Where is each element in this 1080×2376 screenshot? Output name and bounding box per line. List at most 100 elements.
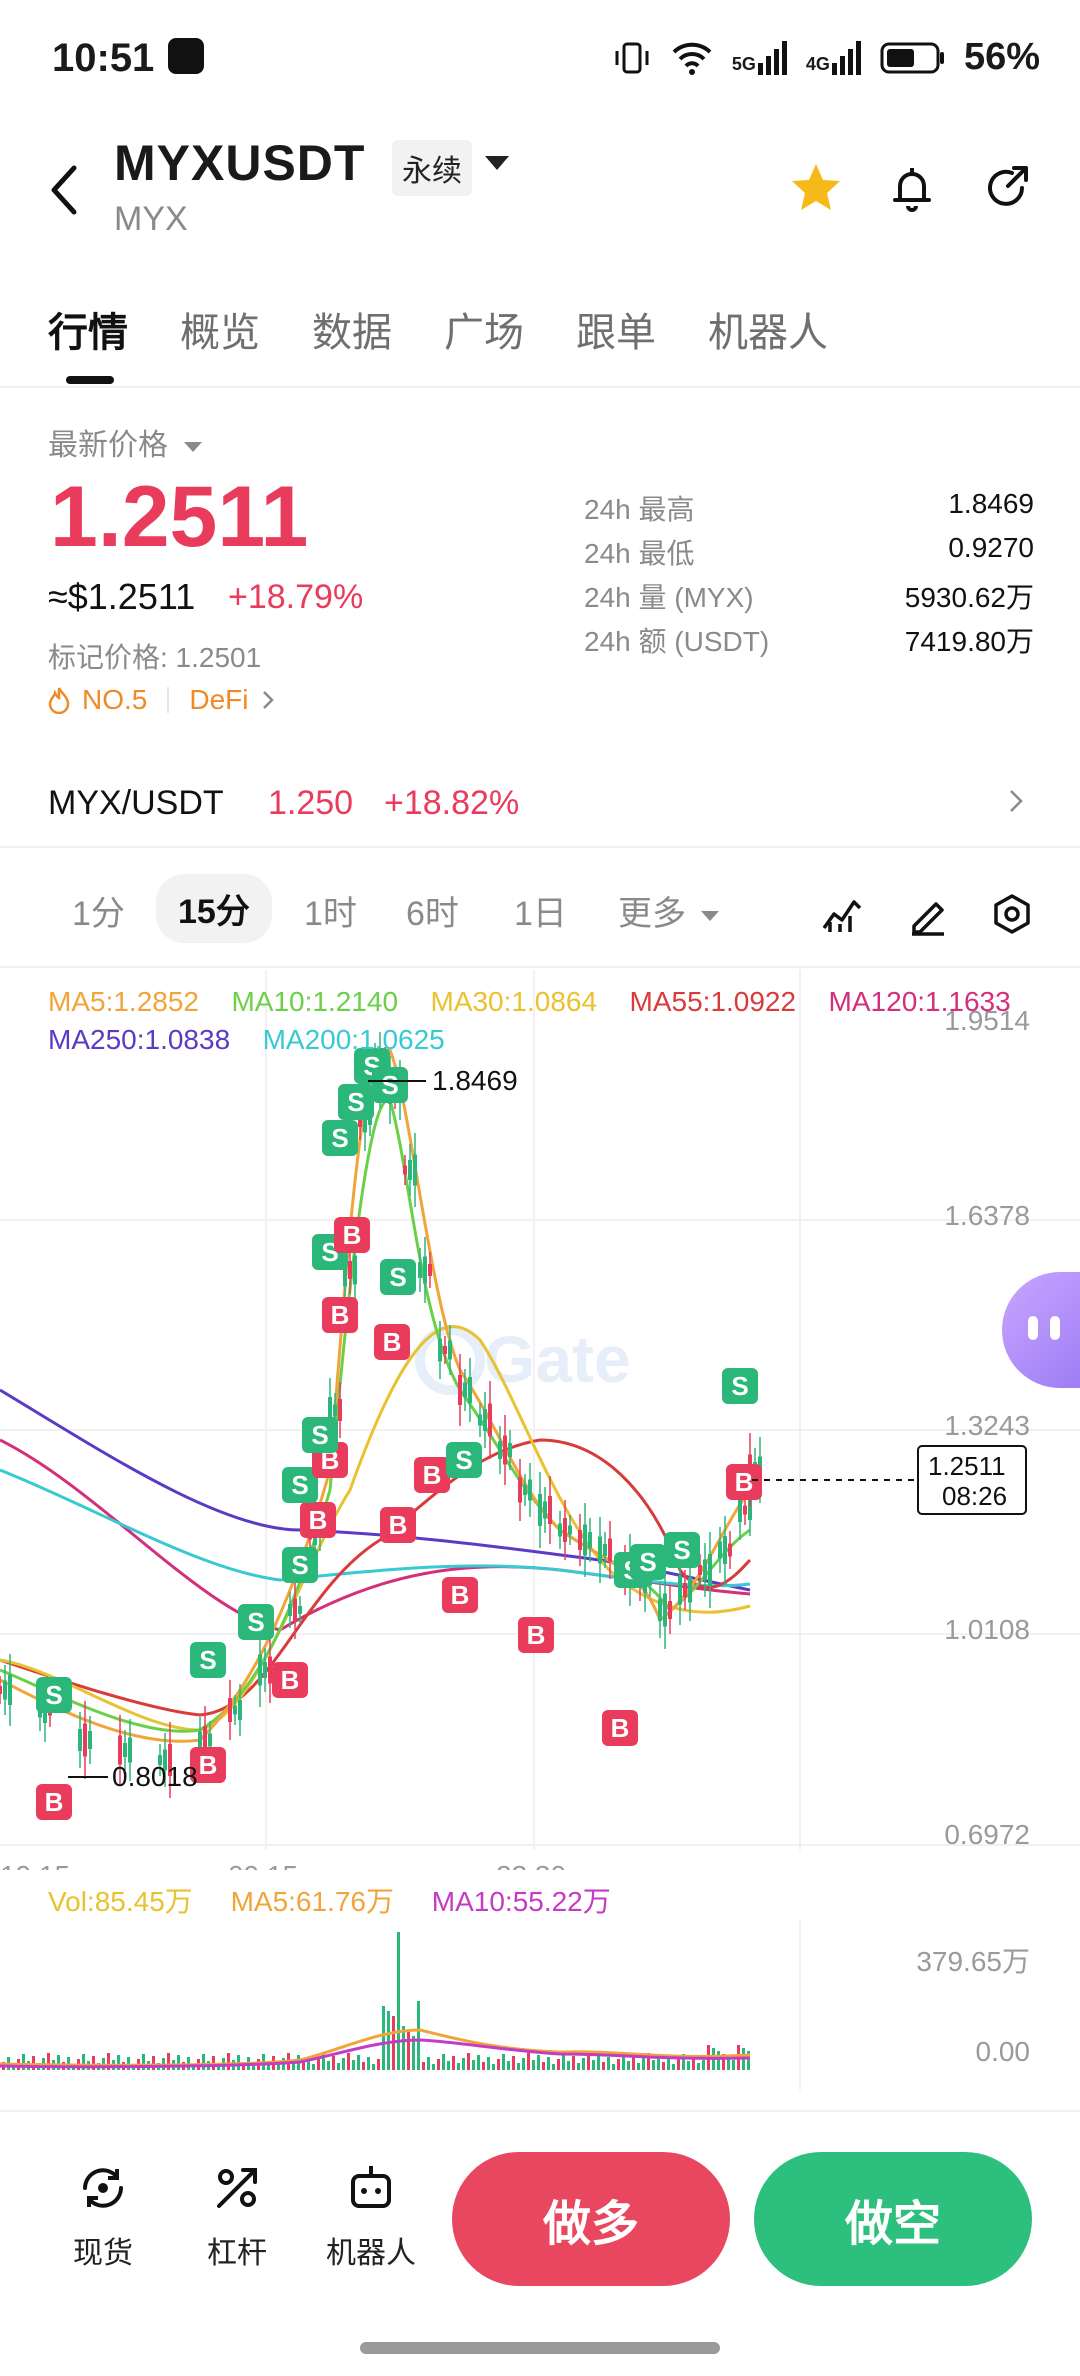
ma120-legend: MA120:1.1633 [828, 986, 1011, 1017]
marker-label: B [281, 1665, 300, 1695]
volume-bar [227, 2053, 230, 2070]
vol-legend: Vol:85.45万 [48, 1886, 193, 1917]
tab-market[interactable]: 行情 [48, 300, 128, 358]
clock: 10:51 [52, 36, 155, 80]
volume-bar [642, 2058, 645, 2070]
marker-label: S [381, 1070, 398, 1100]
contract-symbol[interactable]: MYXUSDT [114, 134, 365, 192]
spot-pair-price: 1.250 [268, 784, 354, 822]
margin-button[interactable]: 杠杆 [182, 2160, 292, 2272]
indicator-icon[interactable] [820, 892, 864, 936]
draw-pencil-icon[interactable] [906, 892, 950, 936]
short-button[interactable]: 做空 [754, 2152, 1032, 2286]
candle-body [523, 1485, 527, 1495]
volume-bar [447, 2061, 450, 2070]
interval-1h[interactable]: 1时 [304, 886, 357, 935]
long-button[interactable]: 做多 [452, 2152, 730, 2286]
candle-body [478, 1414, 482, 1426]
candle-body [663, 1593, 667, 1627]
candle-body [583, 1524, 587, 1556]
candle-body [548, 1496, 552, 1524]
marker-label: S [199, 1645, 216, 1675]
volume-bar [437, 2059, 440, 2070]
candle-body [88, 1731, 92, 1749]
candle-body [228, 1698, 232, 1722]
candle-body [198, 1731, 202, 1749]
leverage-icon [217, 2168, 257, 2208]
candle-body [233, 1705, 237, 1715]
ma200-legend: MA200:1.0625 [262, 1024, 445, 1055]
volume-bar [377, 2059, 380, 2070]
back-arrow-icon[interactable] [40, 160, 90, 220]
interval-1m[interactable]: 1分 [72, 886, 125, 935]
marker-label: B [331, 1300, 350, 1330]
header: MYXUSDT 永续 MYX [0, 120, 1080, 250]
spot-pair-row[interactable]: MYX/USDT 1.250 +18.82% [0, 768, 1080, 848]
share-icon[interactable] [978, 158, 1038, 218]
volume-bar [397, 1932, 400, 2070]
tab-bots[interactable]: 机器人 [708, 300, 828, 358]
divider [167, 687, 170, 713]
ma10-legend: MA10:1.2140 [231, 986, 399, 1017]
interval-6h[interactable]: 6时 [406, 886, 459, 935]
spot-button[interactable]: 现货 [48, 2160, 158, 2272]
volume-bar [422, 2062, 425, 2070]
volume-bar [312, 2064, 315, 2070]
candle-body [698, 1565, 702, 1575]
stats-panel: 24h 最高 1.8469 24h 最低 0.9270 24h 量 (MYX) … [584, 488, 1034, 664]
kline-chart[interactable]: Gate SBSBSBSBSBSBSBSSSSSBBSBBBBSSSSB 1.8… [0, 970, 1080, 1891]
high-price-annotation: 1.8469 [432, 1065, 518, 1096]
ma-legend: MA5:1.2852 MA10:1.2140 MA30:1.0864 MA55:… [48, 986, 1078, 1018]
last-price-selector[interactable]: 最新价格 [48, 420, 203, 464]
candle-body [338, 1399, 342, 1421]
candle-body [428, 1264, 432, 1276]
tab-copy-trading[interactable]: 跟单 [576, 300, 656, 358]
volume-bar [612, 2064, 615, 2070]
candle-body [353, 1255, 357, 1285]
volume-bar [347, 2053, 350, 2070]
tab-data[interactable]: 数据 [312, 300, 392, 358]
tag-row[interactable]: NO.5 DeFi [48, 684, 276, 716]
interval-1d[interactable]: 1日 [514, 886, 567, 935]
volume-bar [702, 2060, 705, 2070]
volume-bar [202, 2054, 205, 2070]
volume-bar [352, 2060, 355, 2070]
ma30-legend: MA30:1.0864 [430, 986, 598, 1017]
tab-square[interactable]: 广场 [444, 300, 524, 358]
home-indicator[interactable] [360, 2342, 720, 2354]
interval-15m[interactable]: 15分 [156, 874, 272, 943]
candlestick-chart[interactable]: Gate SBSBSBSBSBSBSBSSSSSBBSBBBBSSSSB 1.8… [0, 970, 1080, 1891]
contract-type-badge[interactable]: 永续 [392, 140, 472, 196]
usd-price: ≈$1.2511 [48, 576, 196, 617]
star-icon[interactable] [786, 158, 846, 218]
candle-body [703, 1559, 707, 1581]
vol-ma5-legend: MA5:61.76万 [230, 1886, 394, 1917]
volume-bar [617, 2059, 620, 2070]
tab-overview[interactable]: 概览 [180, 300, 260, 358]
settings-icon[interactable] [990, 892, 1034, 936]
bell-icon[interactable] [882, 158, 942, 218]
volume-bar [302, 2062, 305, 2070]
eye-icon [1028, 1316, 1038, 1340]
marker-label: S [673, 1535, 690, 1565]
marker-label: S [455, 1445, 472, 1475]
bot-button[interactable]: 机器人 [316, 2160, 426, 2272]
marker-label: S [347, 1087, 364, 1117]
candle-body [528, 1479, 532, 1501]
spot-pair-name: MYX/USDT [48, 784, 224, 822]
volume-bar [387, 2011, 390, 2070]
candle-body [723, 1536, 727, 1564]
volume-bar [337, 2063, 340, 2070]
candle-body [468, 1377, 472, 1403]
volume-bar [317, 2059, 320, 2070]
volume-bars [0, 1920, 801, 2090]
y-tick: 0.6972 [944, 1819, 1030, 1850]
interval-more[interactable]: 更多 [618, 886, 720, 935]
marker-label: B [343, 1220, 362, 1250]
interval-bar: 1分 15分 1时 6时 1日 更多 [0, 868, 1080, 968]
candle-body [83, 1723, 87, 1757]
chevron-down-icon[interactable] [485, 156, 509, 170]
marker-label: S [731, 1371, 748, 1401]
ma-legend-2: MA250:1.0838 MA200:1.0625 [48, 1024, 445, 1056]
volume-bar [462, 2058, 465, 2070]
